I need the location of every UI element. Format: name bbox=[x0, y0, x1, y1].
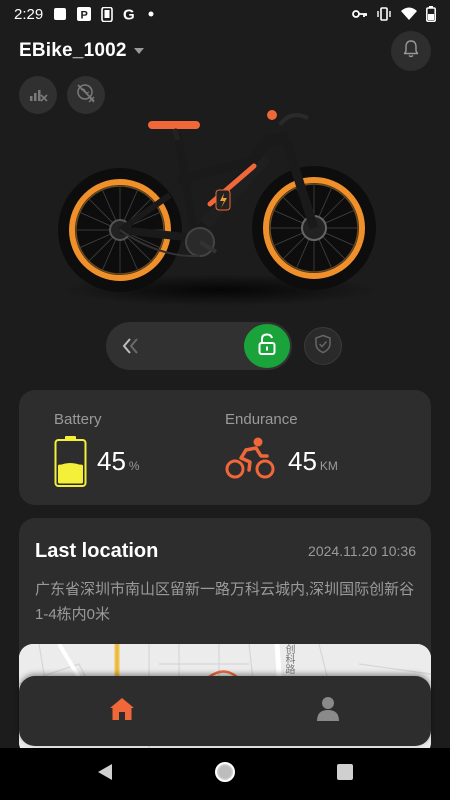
key-icon bbox=[352, 8, 368, 20]
home-icon bbox=[108, 696, 136, 727]
nav-profile[interactable] bbox=[225, 676, 431, 746]
endurance-value-group: 45 KM bbox=[288, 446, 338, 477]
profile-icon bbox=[316, 696, 340, 727]
system-navigation-bar bbox=[0, 748, 450, 800]
device-name[interactable]: EBike_1002 bbox=[19, 40, 127, 62]
header: EBike_1002 bbox=[0, 30, 450, 72]
status-card: Battery 45% Endurance 45 KM bbox=[19, 390, 431, 505]
svg-text:P: P bbox=[81, 10, 88, 22]
unlock-icon bbox=[257, 332, 277, 360]
double-chevron-left-icon bbox=[120, 335, 142, 362]
battery-unit: % bbox=[128, 459, 140, 473]
bell-icon bbox=[401, 39, 421, 64]
home-circle-icon[interactable] bbox=[214, 761, 236, 788]
parking-icon: P bbox=[77, 7, 92, 22]
phone-icon bbox=[101, 6, 114, 22]
cyclist-icon bbox=[225, 436, 275, 485]
endurance-label: Endurance bbox=[225, 411, 298, 428]
bottom-navigation bbox=[19, 676, 431, 746]
unlock-button[interactable] bbox=[244, 324, 290, 368]
wifi-icon bbox=[400, 7, 418, 21]
unlock-slider[interactable] bbox=[106, 322, 292, 370]
status-time: 2:29 bbox=[14, 5, 44, 23]
endurance-value: 45 bbox=[288, 446, 317, 476]
battery-value-group: 45% bbox=[97, 446, 140, 477]
endurance-unit: KM bbox=[319, 459, 338, 473]
notification-square-icon bbox=[53, 7, 67, 21]
status-bar: 2:29 P G bbox=[0, 0, 450, 28]
battery-icon bbox=[426, 6, 436, 22]
back-icon[interactable] bbox=[96, 763, 114, 786]
battery-value: 45 bbox=[97, 446, 126, 476]
svg-text:G: G bbox=[123, 7, 135, 21]
map-road-label: 创科路 bbox=[283, 644, 294, 674]
caret-down-icon[interactable] bbox=[133, 47, 145, 55]
signal-off-icon bbox=[28, 84, 48, 107]
location-title: Last location bbox=[35, 540, 159, 562]
location-timestamp: 2024.11.20 10:36 bbox=[308, 543, 416, 559]
nav-home[interactable] bbox=[19, 676, 225, 746]
dot-icon bbox=[147, 10, 155, 18]
notification-button[interactable] bbox=[391, 31, 431, 71]
battery-label: Battery bbox=[54, 411, 102, 428]
location-address: 广东省深圳市南山区留新一路万科云城内,深圳国际创新谷1-4栋内0米 bbox=[35, 581, 415, 623]
google-icon: G bbox=[123, 7, 137, 21]
bike-illustration bbox=[50, 100, 390, 310]
shield-check-icon bbox=[314, 334, 332, 359]
vibrate-icon bbox=[376, 7, 392, 21]
recents-icon[interactable] bbox=[336, 763, 354, 786]
security-button[interactable] bbox=[304, 327, 342, 365]
battery-level-icon bbox=[54, 436, 87, 493]
